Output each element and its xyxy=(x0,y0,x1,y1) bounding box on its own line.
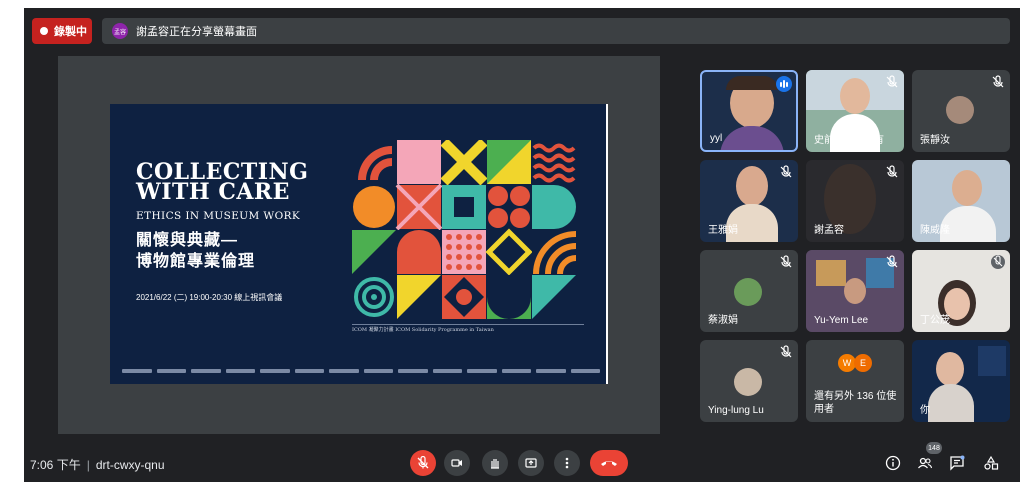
meeting-code: drt-cwxy-qnu xyxy=(95,458,165,472)
participant-name: yyl xyxy=(710,133,723,144)
mic-off-icon xyxy=(780,165,792,178)
participant-body xyxy=(928,384,974,422)
participant-face xyxy=(936,352,964,386)
participant-tile[interactable]: yyl xyxy=(700,70,798,152)
participant-name: 張靜汝 xyxy=(920,135,950,146)
speaking-indicator-icon xyxy=(776,76,792,92)
participant-background xyxy=(816,260,846,286)
participant-tile[interactable]: 謝孟容 xyxy=(806,160,904,242)
participant-body xyxy=(720,126,784,150)
participant-name: Ying-lung Lu xyxy=(708,405,764,416)
more-options-button[interactable] xyxy=(554,450,580,476)
self-tile[interactable]: 你 xyxy=(912,340,1010,422)
activities-icon xyxy=(984,455,999,470)
participant-face xyxy=(736,166,768,206)
participant-tile[interactable]: 史前館服務他有 xyxy=(806,70,904,152)
participant-name: 丁公茂 xyxy=(920,315,950,326)
record-dot-icon xyxy=(40,27,48,35)
participant-name: Yu-Yem Lee xyxy=(814,315,869,326)
participant-face xyxy=(840,78,870,114)
slide-edge xyxy=(606,104,608,384)
participant-tile[interactable]: 陳威隆 xyxy=(912,160,1010,242)
presenter-avatar: 孟容 xyxy=(112,23,128,39)
present-screen-icon xyxy=(525,458,537,468)
screen-share-banner: 孟容 謝孟容正在分享螢幕畫面 xyxy=(102,18,1010,44)
participant-tile[interactable]: Ying-lung Lu xyxy=(700,340,798,422)
sponsor-logos xyxy=(122,367,600,375)
participant-name: 蔡淑娟 xyxy=(708,315,738,326)
slide-title-line2: WITH CARE xyxy=(136,179,290,205)
meet-window: 錄製中 孟容 謝孟容正在分享螢幕畫面 COLLECTING WITH CARE … xyxy=(24,8,1020,482)
mic-off-icon xyxy=(991,255,1005,269)
participant-avatar xyxy=(734,278,762,306)
camera-toggle-button[interactable] xyxy=(444,450,470,476)
leave-call-button[interactable] xyxy=(590,450,628,476)
participant-tile[interactable]: 王雅娟 xyxy=(700,160,798,242)
geometric-artwork xyxy=(352,140,576,319)
present-now-button[interactable] xyxy=(518,450,544,476)
hang-up-icon xyxy=(601,461,617,466)
slide-divider xyxy=(352,324,584,325)
chat-button[interactable] xyxy=(946,452,968,474)
shared-slide: COLLECTING WITH CARE ETHICS IN MUSEUM WO… xyxy=(110,104,608,384)
raise-hand-icon xyxy=(491,459,499,469)
other-user-avatar: E xyxy=(854,354,872,372)
recording-indicator[interactable]: 錄製中 xyxy=(32,18,92,44)
others-tile[interactable]: W E 還有另外 136 位使用者 xyxy=(806,340,904,422)
chat-icon xyxy=(950,455,965,471)
slide-subtitle: ETHICS IN MUSEUM WORK xyxy=(136,210,301,222)
slide-date: 2021/6/22 (二) 19:00-20:30 線上視訊會議 xyxy=(136,293,283,302)
slide-chinese-title: 關懷與典藏— 博物館專業倫理 xyxy=(136,230,255,272)
participant-avatar xyxy=(734,368,762,396)
participant-name: 王雅娟 xyxy=(708,225,738,236)
participant-hair xyxy=(726,76,778,90)
participant-tile[interactable]: Yu-Yem Lee xyxy=(806,250,904,332)
participant-tile[interactable]: 丁公茂 xyxy=(912,250,1010,332)
slide-zh-line1: 關懷與典藏— xyxy=(136,232,239,249)
participant-background xyxy=(978,346,1006,376)
slide-title: COLLECTING WITH CARE xyxy=(136,161,308,205)
activities-button[interactable] xyxy=(980,452,1002,474)
participant-tile[interactable]: 張靜汝 xyxy=(912,70,1010,152)
participant-name: 陳威隆 xyxy=(920,225,950,236)
presentation-stage: COLLECTING WITH CARE ETHICS IN MUSEUM WO… xyxy=(58,56,660,434)
mic-off-icon xyxy=(992,75,1004,88)
slide-zh-line2: 博物館專業倫理 xyxy=(136,253,256,270)
mic-off-icon xyxy=(780,345,792,358)
meeting-time: 7:06 下午 xyxy=(30,458,81,472)
mic-toggle-button[interactable] xyxy=(410,450,436,476)
participant-avatar xyxy=(946,96,974,124)
participant-name: 謝孟容 xyxy=(814,225,844,236)
participant-face xyxy=(844,278,866,304)
share-banner-text: 謝孟容正在分享螢幕畫面 xyxy=(136,26,257,38)
more-options-icon xyxy=(565,457,569,469)
slide-icom-note: ICOM 凝聚力計畫 ICOM Solidarity Programme in … xyxy=(352,327,494,333)
recording-label: 錄製中 xyxy=(54,26,87,38)
meeting-details: 7:06 下午 | drt-cwxy-qnu xyxy=(30,458,165,472)
raise-hand-button[interactable] xyxy=(482,450,508,476)
camera-icon xyxy=(451,459,462,467)
mic-off-icon xyxy=(886,165,898,178)
participant-tile[interactable]: 蔡淑娟 xyxy=(700,250,798,332)
mic-off-icon xyxy=(780,255,792,268)
mic-off-icon xyxy=(886,255,898,268)
others-count-label: 還有另外 136 位使用者 xyxy=(814,391,897,415)
mic-off-icon xyxy=(886,75,898,88)
info-icon xyxy=(885,455,901,471)
meeting-info-button[interactable] xyxy=(882,452,904,474)
people-button[interactable] xyxy=(914,452,936,474)
mic-off-icon xyxy=(417,456,429,469)
participant-name: 史前館服務他有 xyxy=(814,135,884,146)
people-icon xyxy=(918,457,933,469)
participant-face xyxy=(952,170,982,206)
self-name: 你 xyxy=(920,405,930,416)
